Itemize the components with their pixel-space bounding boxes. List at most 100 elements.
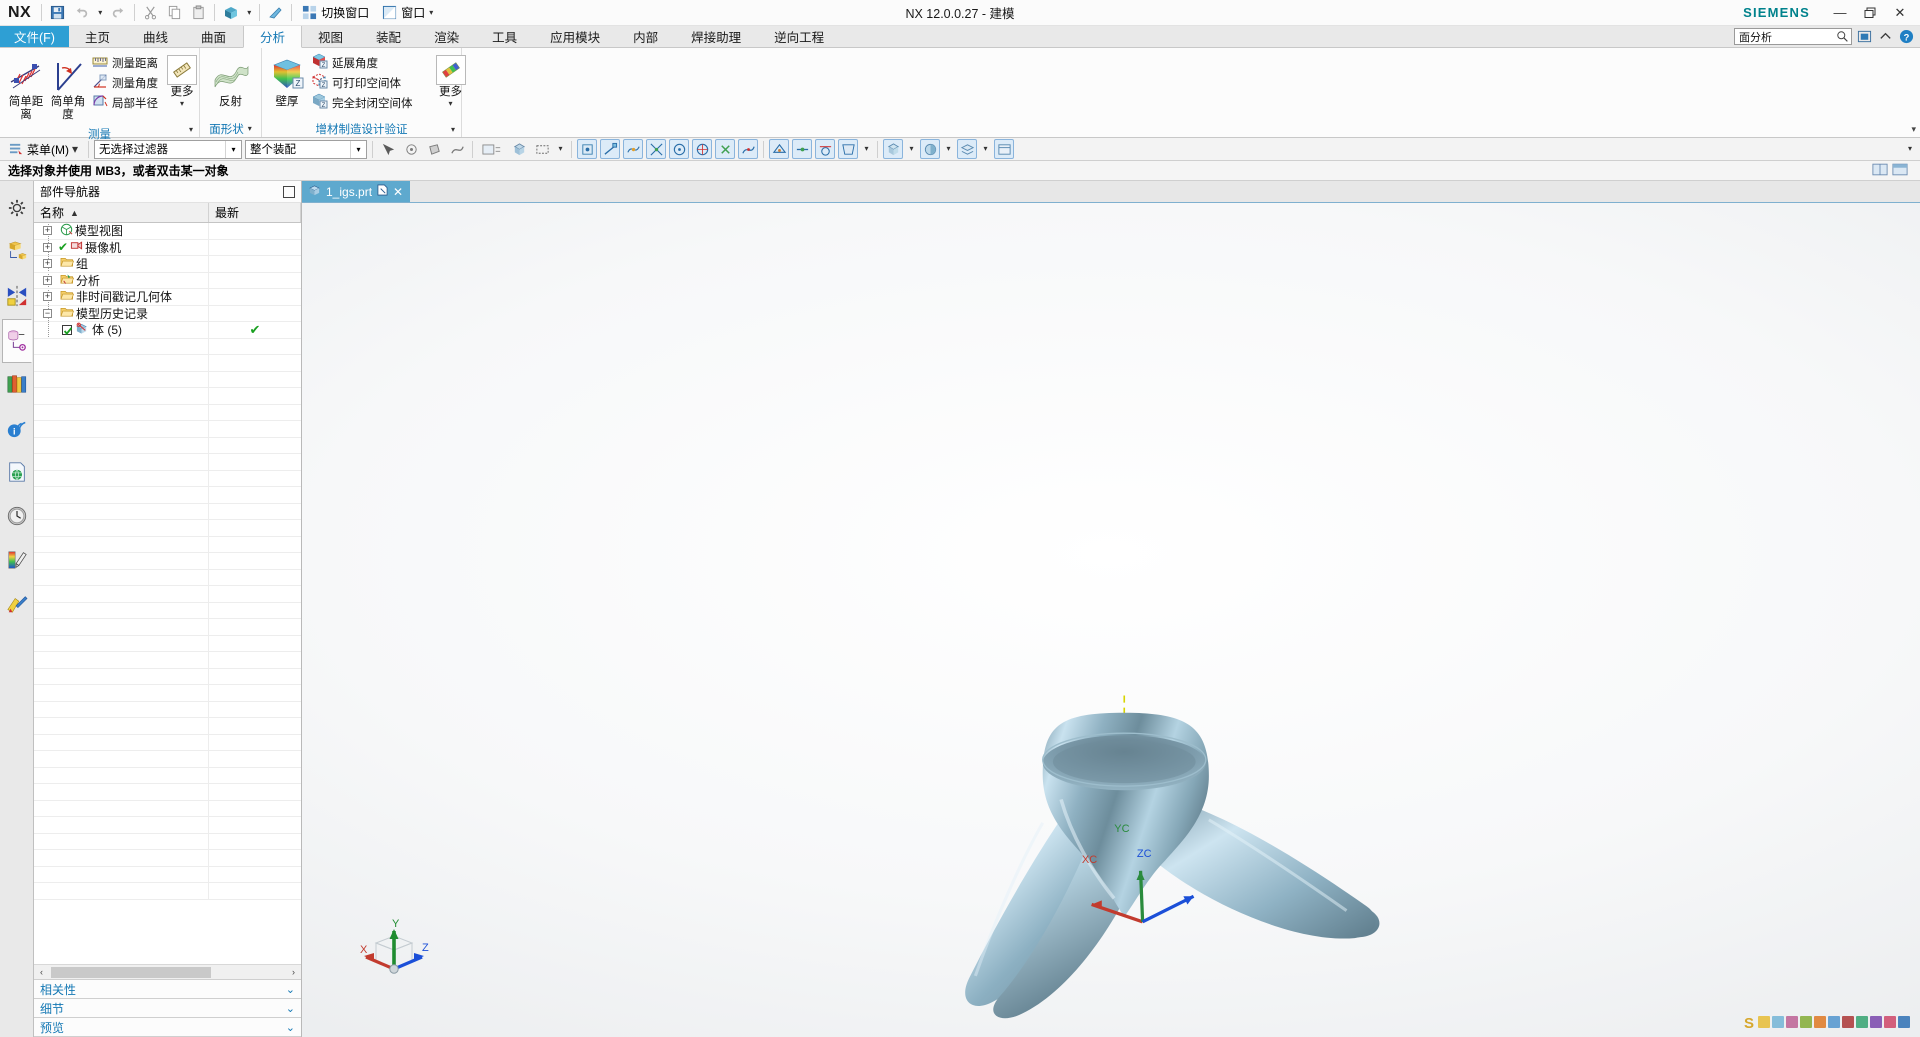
tree-row-model-history[interactable]: − 模型历史记录 (34, 305, 301, 322)
layer-visibility-dropdown[interactable]: ▾ (980, 139, 991, 159)
tab-curve[interactable]: 曲线 (127, 26, 185, 47)
render-style-icon[interactable] (920, 139, 941, 159)
local-radius-button[interactable]: 局部半径 (89, 93, 164, 112)
resource-reuse-library[interactable] (2, 363, 32, 407)
select-edge-icon[interactable] (447, 139, 467, 159)
scroll-right-icon[interactable]: › (286, 967, 301, 977)
undo-dropdown-button[interactable]: ▾ (94, 2, 106, 24)
snap-options-dropdown[interactable]: ▾ (861, 139, 872, 159)
measure-distance-button[interactable]: 测量距离 (89, 53, 164, 72)
search-input[interactable]: 面分析 (1734, 28, 1852, 45)
tree-row-analysis[interactable]: + 分析 (34, 272, 301, 289)
undo-button[interactable] (70, 2, 93, 24)
render-style-dropdown[interactable]: ▾ (943, 139, 954, 159)
snap-bounded-grid-icon[interactable] (838, 139, 859, 159)
tab-internal[interactable]: 内部 (617, 26, 675, 47)
printable-volume-button[interactable]: Z 可打印空间体 (308, 73, 419, 92)
enclosed-volume-button[interactable]: Z 完全封闭空间体 (308, 93, 419, 112)
resource-constraint-navigator[interactable] (2, 275, 32, 319)
redo-button[interactable] (107, 2, 130, 24)
document-tab-1igs[interactable]: 1_igs.prt ✕ (302, 181, 411, 202)
select-body-icon[interactable] (509, 139, 529, 159)
select-face-icon[interactable] (424, 139, 444, 159)
tab-view[interactable]: 视图 (302, 26, 360, 47)
measure-group-caret[interactable]: ▾ (189, 126, 193, 134)
tab-reverse-engineering[interactable]: 逆向工程 (758, 26, 841, 47)
graphics-viewport[interactable]: XC YC ZC X Y Z S (302, 203, 1920, 1037)
accordion-preview[interactable]: 预览 ⌄ (34, 1018, 301, 1037)
selection-filter-combo[interactable]: 无选择过滤器 ▾ (94, 139, 243, 159)
rectangle-select-dropdown[interactable]: ▾ (555, 139, 566, 159)
switch-window-button[interactable]: 切换窗口 (296, 2, 375, 24)
collapse-ribbon-button[interactable] (1876, 28, 1894, 46)
tab-surface[interactable]: 曲面 (185, 26, 243, 47)
resource-history[interactable] (2, 495, 32, 539)
ribbon-group-measure-title[interactable]: 测量 (2, 126, 197, 142)
menu-button[interactable]: 菜单(M) ▾ (4, 140, 83, 159)
resource-process-studio[interactable] (2, 539, 32, 583)
help-button[interactable]: ? (1897, 28, 1915, 46)
resource-assembly-navigator[interactable] (2, 187, 32, 231)
wall-thickness-button[interactable]: Z 壁厚 (267, 52, 307, 112)
close-tab-icon[interactable]: ✕ (393, 185, 403, 199)
view-style-icon[interactable] (883, 139, 904, 159)
tab-analysis[interactable]: 分析 (243, 26, 303, 48)
rectangle-select-icon[interactable] (532, 139, 552, 159)
tab-assembly[interactable]: 装配 (360, 26, 418, 47)
paste-button[interactable] (187, 2, 210, 24)
orientation-triad[interactable]: X Y Z (354, 917, 432, 989)
accordion-dependencies[interactable]: 相关性 ⌄ (34, 980, 301, 999)
restore-button[interactable] (1856, 1, 1884, 25)
reflection-button[interactable]: 反射 (205, 52, 256, 112)
part-navigator-tree[interactable]: + 模型视图 + ✔ 摄像机 + 组 + 分析 + 非时间戳记几何体 − 模型历… (34, 223, 301, 964)
resource-assembly-tree[interactable] (2, 231, 32, 275)
additive-group-caret[interactable]: ▾ (451, 126, 455, 134)
scroll-left-icon[interactable]: ‹ (34, 967, 49, 977)
tab-application[interactable]: 应用模块 (534, 26, 617, 47)
snap-tangent-icon[interactable] (815, 139, 836, 159)
column-header-uptodate[interactable]: 最新 (209, 203, 301, 222)
snap-existing-point-icon[interactable] (715, 139, 736, 159)
draft-angle-button[interactable]: Z 延展角度 (308, 53, 419, 72)
tree-row-body[interactable]: 体 (5) ✔ (34, 322, 301, 339)
select-object-icon[interactable] (378, 139, 398, 159)
visibility-checkbox[interactable] (62, 324, 73, 335)
minimize-button[interactable]: — (1826, 1, 1854, 25)
viewport-split-icon[interactable] (1872, 163, 1888, 179)
resource-hd3d-tools[interactable]: i (2, 407, 32, 451)
layer-visibility-icon[interactable] (957, 139, 978, 159)
ribbon-group-face-shape-title[interactable]: 面形状 ▾ (202, 120, 259, 137)
snap-control-point-icon[interactable] (623, 139, 644, 159)
pin-icon[interactable] (283, 185, 295, 198)
ribbon-group-additive-title[interactable]: 增材制造设计验证 (264, 120, 459, 137)
tab-home[interactable]: 主页 (69, 26, 127, 47)
cut-button[interactable] (139, 2, 162, 24)
resource-part-navigator[interactable] (1, 319, 32, 363)
viewport-dock-icon[interactable] (1892, 163, 1908, 179)
save-button[interactable] (46, 2, 69, 24)
selection-scope-combo[interactable]: 整个装配 ▾ (245, 139, 368, 159)
collapser-icon[interactable]: − (43, 308, 52, 318)
simple-distance-button[interactable]: 简单距离 (5, 52, 47, 124)
display-mode-dropdown[interactable]: ▾ (243, 2, 255, 24)
navigator-horizontal-scrollbar[interactable]: ‹ › (34, 964, 301, 979)
work-layer-icon[interactable] (994, 139, 1015, 159)
close-button[interactable]: ✕ (1886, 1, 1914, 25)
resource-role-manager[interactable] (2, 583, 32, 627)
expander-icon[interactable]: + (43, 226, 52, 236)
window-button[interactable]: 窗口 ▾ (376, 2, 439, 24)
snap-curve-point-icon[interactable] (738, 139, 759, 159)
scroll-thumb[interactable] (51, 966, 211, 978)
brush-button[interactable] (264, 2, 287, 24)
simple-angle-button[interactable]: 简单角度 (48, 52, 88, 124)
select-general-icon[interactable] (401, 139, 421, 159)
snap-end-point-icon[interactable] (600, 139, 621, 159)
copy-button[interactable] (163, 2, 186, 24)
snap-point-icon[interactable] (577, 139, 598, 159)
expander-icon[interactable]: + (43, 259, 52, 269)
select-feature-icon[interactable] (478, 139, 506, 159)
expander-icon[interactable]: + (43, 275, 52, 285)
scroll-track[interactable] (49, 965, 286, 979)
tree-row-cameras[interactable]: + ✔ 摄像机 (34, 239, 301, 256)
snap-arc-center-icon[interactable] (669, 139, 690, 159)
